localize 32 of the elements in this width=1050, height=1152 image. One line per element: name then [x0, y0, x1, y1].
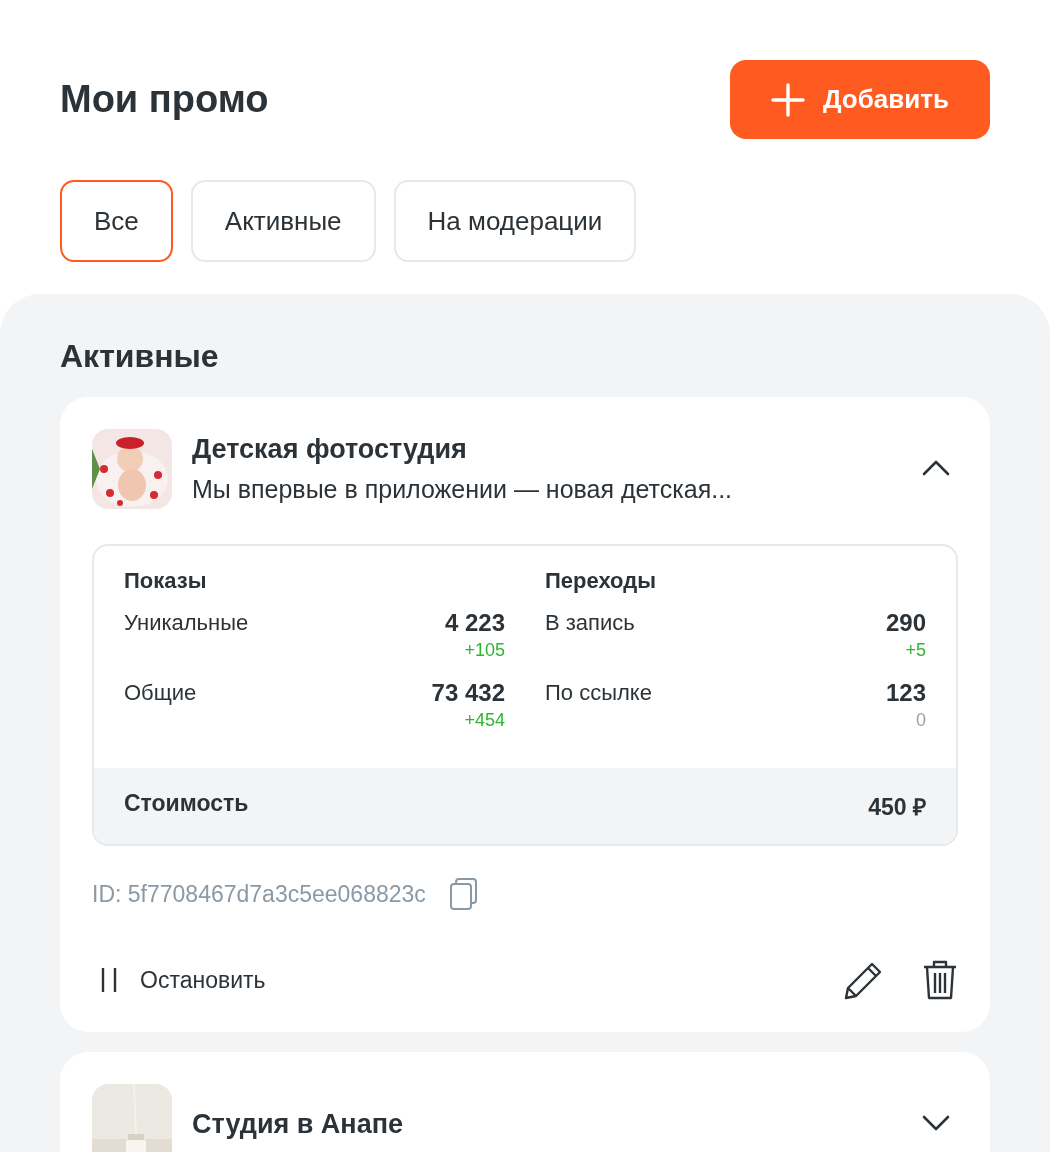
stat-value: 290	[885, 608, 926, 638]
stat-label: Общие	[124, 679, 197, 707]
trash-icon[interactable]	[922, 960, 958, 1000]
stat-delta: +5	[905, 639, 926, 662]
stat-value: 4 223	[444, 608, 505, 638]
stat-label: В запись	[545, 609, 635, 637]
stat-delta: +105	[464, 639, 505, 662]
copy-icon[interactable]	[449, 878, 478, 910]
stats-heading: Показы	[124, 568, 208, 594]
stat-value: 73 432	[431, 678, 505, 708]
pause-icon	[100, 967, 118, 993]
filter-tab[interactable]: Активные	[190, 180, 376, 262]
chevron-up-icon	[922, 459, 950, 476]
stat-label: По ссылке	[545, 679, 652, 707]
chevron-down-icon	[922, 1114, 950, 1131]
stats-heading: Переходы	[545, 568, 658, 594]
stop-button[interactable]: Остановить	[92, 966, 266, 994]
stat-label: Уникальные	[124, 609, 249, 637]
promo-title: Студия в Анапе	[192, 1108, 404, 1141]
stat-value: 123	[885, 678, 926, 708]
promo-title: Детская фотостудия	[192, 433, 468, 466]
filter-tab[interactable]: На модерации	[393, 180, 637, 262]
filter-tab[interactable]: Все	[60, 180, 173, 262]
promo-description: Мы впервые в приложении — новая детская...	[192, 474, 734, 505]
cost-label: Стоимость	[124, 790, 249, 818]
cost-value: 450 ₽	[868, 793, 926, 822]
promo-id: ID: 5f7708467d7a3c5ee068823c	[92, 880, 426, 908]
stat-delta: +454	[464, 709, 505, 732]
plus-icon	[771, 82, 806, 117]
stat-delta: 0	[916, 709, 926, 732]
page-title: Мои промо	[60, 78, 269, 121]
section-title: Активные	[60, 338, 220, 375]
